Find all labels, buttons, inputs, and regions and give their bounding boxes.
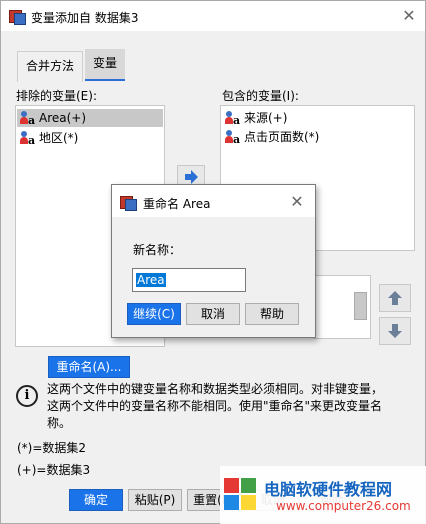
nominal-variable-icon: a xyxy=(20,111,36,127)
excluded-variables-label: 排除的变量(E): xyxy=(16,89,97,103)
spss-app-icon xyxy=(9,8,26,25)
info-text: 这两个文件中的键变量名称和数据类型必须相同。对非键变量，这两个文件中的变量名称不… xyxy=(47,382,384,430)
site-watermark: 电脑软硬件教程网 www.computer26.com xyxy=(220,466,426,524)
tab-merge-method[interactable]: 合并方法 xyxy=(17,51,83,82)
watermark-site-name: 电脑软硬件教程网 xyxy=(264,480,393,499)
move-down-button[interactable] xyxy=(379,317,411,345)
ok-button[interactable]: 确定 xyxy=(69,489,123,511)
move-up-button[interactable] xyxy=(379,284,411,312)
new-name-value: Area xyxy=(136,273,166,287)
rename-dialog-title: 重命名 Area xyxy=(143,197,211,211)
rename-dialog-title-bar: 重命名 Area ✕ xyxy=(112,185,315,217)
legend-dataset2: (*)=数据集2 xyxy=(17,441,87,455)
nominal-variable-icon: a xyxy=(20,131,36,147)
title-bar: 变量添加自 数据集3 ✕ xyxy=(1,1,425,31)
close-icon[interactable]: ✕ xyxy=(288,194,306,210)
scrollbar-thumb[interactable] xyxy=(354,292,367,320)
key-variables-list[interactable] xyxy=(313,275,371,339)
arrow-down-icon xyxy=(388,324,402,338)
rename-help-button[interactable]: 帮助 xyxy=(245,303,299,325)
list-item[interactable]: a Area(+) xyxy=(17,109,163,127)
windows-logo-icon xyxy=(224,478,258,512)
paste-button[interactable]: 粘贴(P) xyxy=(128,489,182,511)
watermark-url: www.computer26.com xyxy=(276,499,411,513)
list-item[interactable]: a 地区(*) xyxy=(17,129,163,147)
info-icon: i xyxy=(16,385,38,407)
arrow-up-icon xyxy=(388,291,402,305)
list-item[interactable]: a 来源(+) xyxy=(222,109,287,127)
rename-button[interactable]: 重命名(A)... xyxy=(48,356,130,378)
included-variables-label: 包含的变量(I): xyxy=(222,89,299,103)
tab-variables[interactable]: 变量 xyxy=(85,49,125,81)
rename-dialog: 重命名 Area ✕ 新名称： Area 继续(C) 取消 帮助 xyxy=(111,184,316,338)
new-name-label: 新名称： xyxy=(133,243,182,257)
window-title: 变量添加自 数据集3 xyxy=(31,11,139,25)
new-name-input[interactable]: Area xyxy=(132,268,246,292)
nominal-variable-icon: a xyxy=(225,130,241,146)
rename-cancel-button[interactable]: 取消 xyxy=(186,303,240,325)
legend-dataset3: (+)=数据集3 xyxy=(17,463,91,477)
close-icon[interactable]: ✕ xyxy=(400,8,418,24)
list-item[interactable]: a 点击页面数(*) xyxy=(222,128,319,146)
spss-app-icon xyxy=(120,194,137,211)
continue-button[interactable]: 继续(C) xyxy=(127,303,181,325)
nominal-variable-icon: a xyxy=(225,111,241,127)
